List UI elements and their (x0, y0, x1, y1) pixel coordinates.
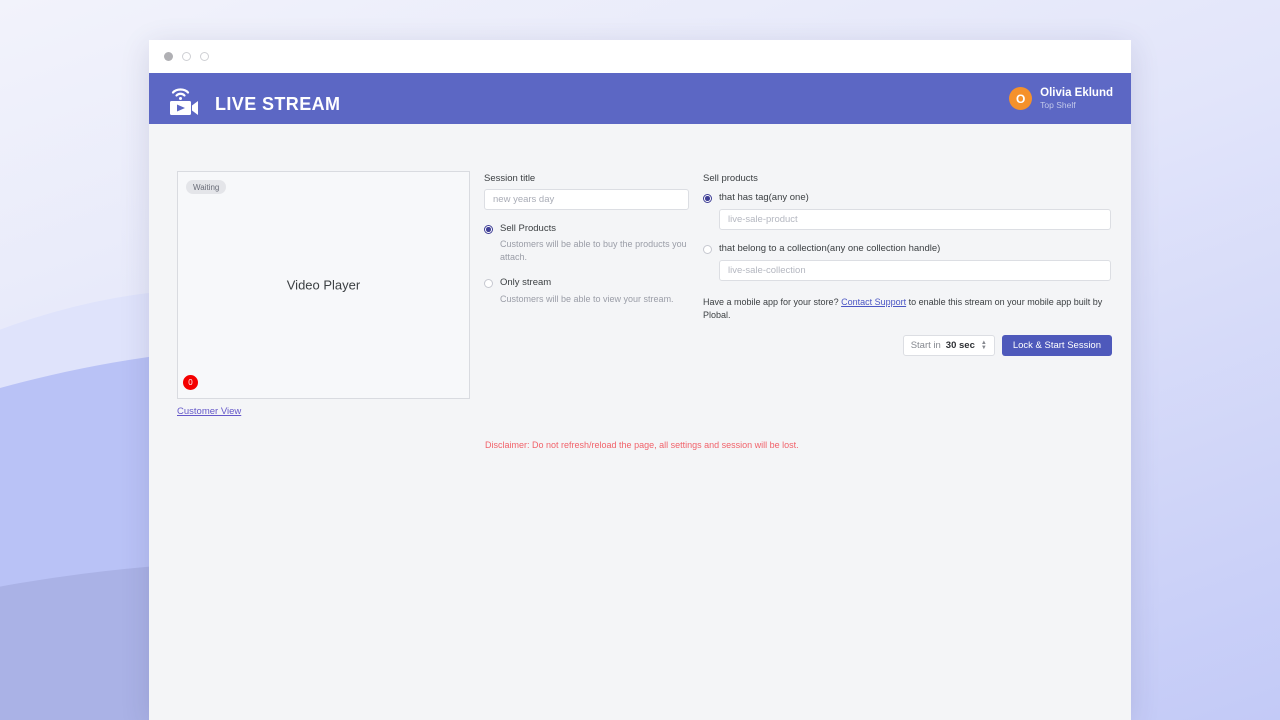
status-badge: Waiting (186, 180, 227, 194)
session-option-label: Only stream (500, 277, 552, 289)
brand-title: LIVE STREAM (215, 93, 341, 114)
radio-icon-collection[interactable] (703, 245, 712, 254)
collection-handle-input[interactable] (719, 260, 1111, 281)
brand: LIVE STREAM (165, 82, 340, 116)
window-dot-maximize[interactable] (200, 52, 209, 61)
radio-icon-sell-products[interactable] (484, 225, 493, 234)
app-header: LIVE STREAM O Olivia Eklund Top Shelf (149, 73, 1131, 124)
session-title-label: Session title (484, 173, 536, 184)
sell-option-collection[interactable]: that belong to a collection(any one coll… (703, 243, 1112, 254)
session-option-sell-products[interactable]: Sell Products (484, 223, 689, 235)
start-delay-select[interactable]: Start in 30 sec ▲ ▼ (902, 335, 995, 357)
user-name: Olivia Eklund (1040, 87, 1113, 99)
video-player[interactable]: Waiting Video Player 0 (177, 171, 470, 399)
video-placeholder-label: Video Player (286, 277, 361, 293)
customer-view-link[interactable]: Customer View (177, 406, 241, 417)
session-option-help: Customers will be able to view your stre… (500, 293, 674, 304)
window-dot-close[interactable] (164, 52, 173, 61)
session-option-help: Customers will be able to buy the produc… (500, 239, 687, 263)
video-column: Waiting Video Player 0 Customer View (177, 171, 470, 419)
main-content: Waiting Video Player 0 Customer View Ses… (149, 124, 1131, 720)
sell-option-label: that belong to a collection(any one coll… (719, 243, 941, 254)
sell-option-label: that has tag(any one) (719, 192, 809, 203)
session-title-input[interactable] (484, 189, 689, 210)
radio-icon-tag[interactable] (703, 194, 712, 203)
contact-support-link[interactable]: Contact Support (841, 297, 906, 307)
avatar: O (1009, 87, 1033, 110)
sell-products-heading: Sell products (703, 173, 758, 184)
columns: Waiting Video Player 0 Customer View Ses… (149, 171, 1131, 419)
window-titlebar (149, 40, 1131, 73)
page-root: LIVE STREAM O Olivia Eklund Top Shelf Wa… (0, 0, 1280, 720)
product-tag-input[interactable] (719, 209, 1111, 230)
support-note: Have a mobile app for your store? Contac… (703, 296, 1103, 322)
browser-window: LIVE STREAM O Olivia Eklund Top Shelf Wa… (149, 40, 1131, 720)
radio-icon-only-stream[interactable] (484, 279, 493, 289)
action-bar: Start in 30 sec ▲ ▼ Lock & Start Session (703, 335, 1112, 357)
session-column: Session title Sell Products Customers wi… (484, 171, 689, 306)
sell-option-tag[interactable]: that has tag(any one) (703, 192, 1112, 203)
start-delay-prefix: Start in (910, 340, 941, 352)
support-note-before: Have a mobile app for your store? (703, 297, 842, 307)
chevron-updown-icon: ▲ ▼ (980, 339, 987, 351)
start-delay-value: 30 sec (945, 340, 975, 352)
user-role: Top Shelf (1040, 100, 1076, 111)
live-video-camera-icon (165, 82, 209, 116)
session-option-label: Sell Products (500, 223, 556, 234)
session-option-only-stream[interactable]: Only stream (484, 277, 689, 289)
user-profile[interactable]: O Olivia Eklund Top Shelf (1009, 86, 1113, 111)
viewer-count-badge: 0 (183, 375, 198, 390)
user-info: Olivia Eklund Top Shelf (1040, 86, 1113, 111)
sell-products-column: Sell products that has tag(any one) that… (703, 171, 1112, 357)
lock-start-session-button[interactable]: Lock & Start Session (1001, 335, 1112, 357)
window-dot-minimize[interactable] (182, 52, 191, 61)
disclaimer-text: Disclaimer: Do not refresh/reload the pa… (485, 440, 799, 450)
